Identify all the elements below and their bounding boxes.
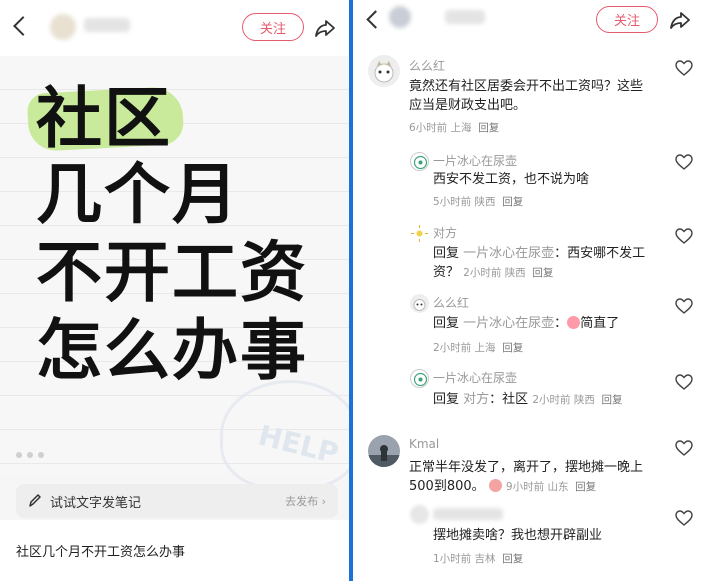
comment-text: 摆地摊卖啥？我也想开辟副业 xyxy=(433,528,603,543)
heart-icon[interactable] xyxy=(675,154,693,170)
note-caption: 社区几个月不开工资怎么办事 xyxy=(16,545,186,560)
comment-text-block: 回复 对方：社区 2小时前 陕西 回复 xyxy=(433,390,673,410)
user-avatar[interactable] xyxy=(410,294,429,313)
user-avatar[interactable] xyxy=(410,369,429,388)
poster-line-4: 怎么办事 xyxy=(36,312,308,389)
share-icon[interactable] xyxy=(313,16,337,40)
poster-line-3: 不开工资 xyxy=(36,234,308,311)
comment-username[interactable]: 么么红 xyxy=(433,294,469,311)
reply-prefix: 回复 xyxy=(433,316,460,331)
comment-text: 西安不发工资，也不说为啥 xyxy=(433,172,590,187)
pencil-icon xyxy=(29,494,41,507)
reply-button[interactable]: 回复 xyxy=(532,267,553,279)
heart-icon[interactable] xyxy=(675,298,693,314)
comment-time: 2小时前 xyxy=(532,394,571,406)
comment-username-blurred[interactable] xyxy=(433,508,503,520)
cry-face-emoji xyxy=(567,316,581,329)
publish-link[interactable]: 去发布 › xyxy=(285,493,326,509)
comment-location: 山东 xyxy=(547,481,569,493)
comment-time: 5小时前 xyxy=(433,196,472,208)
comment-location: 吉林 xyxy=(474,553,496,565)
comment-time: 2小时前 xyxy=(433,342,472,354)
quoted-username[interactable]: 对方 xyxy=(463,392,489,407)
comment-meta: 6小时前 上海 回复 xyxy=(409,120,499,135)
comment-username[interactable]: Kmal xyxy=(409,437,439,451)
back-arrow-icon[interactable] xyxy=(366,10,385,29)
comment-text: ：社区 xyxy=(489,392,529,407)
reply-button[interactable]: 回复 xyxy=(602,394,623,406)
pig-face-emoji xyxy=(488,479,502,492)
quoted-username[interactable]: 一片冰心在尿壶 xyxy=(463,316,554,331)
back-arrow-icon[interactable] xyxy=(13,16,33,36)
comment-time: 2小时前 xyxy=(463,267,502,279)
comment-location: 上海 xyxy=(450,122,472,134)
note-top-bar: 关注 xyxy=(0,0,349,56)
comment-location: 陕西 xyxy=(504,267,526,279)
author-name-blurred[interactable] xyxy=(84,18,130,32)
comment-location: 上海 xyxy=(474,342,496,354)
comment-text: 竟然还有社区居委会开不出工资吗？这些应当是财政支出吧。 xyxy=(409,79,644,113)
comment-text: 简直了 xyxy=(580,316,620,331)
author-name-blurred[interactable] xyxy=(445,10,485,24)
author-avatar[interactable] xyxy=(50,14,76,40)
reply-button[interactable]: 回复 xyxy=(478,122,499,134)
quoted-username[interactable]: 一片冰心在尿壶 xyxy=(463,246,554,261)
write-note-bar[interactable]: 试试文字发笔记 去发布 › xyxy=(16,484,338,518)
comment-text-block: 回复 一片冰心在尿壶：西安哪不发工资？ 2小时前 陕西 回复 xyxy=(433,244,663,283)
comment-text-block: 回复 一片冰心在尿壶： 简直了 xyxy=(433,316,620,331)
user-avatar[interactable] xyxy=(368,435,400,467)
reply-prefix: 回复 xyxy=(433,246,460,261)
poster-line-1: 社区 xyxy=(36,80,172,157)
comment-time: 9小时前 xyxy=(505,481,545,493)
user-avatar[interactable] xyxy=(410,152,429,171)
note-detail-panel: 关注 社区 几个月 不开工资 怎么办事 HELP 试试文字发笔记 去发布 › 社… xyxy=(0,0,349,581)
share-icon[interactable] xyxy=(668,8,692,32)
comment-text-block: 正常半年没发了，离开了，摆地摊一晚上500到800。 9小时前 山东 回复 xyxy=(409,458,654,497)
comment-username[interactable]: 对方 xyxy=(433,224,457,241)
comment-meta: 5小时前 陕西 回复 xyxy=(433,194,523,209)
screenshot-frame: 关注 社区 几个月 不开工资 怎么办事 HELP 试试文字发笔记 去发布 › 社… xyxy=(0,0,704,581)
heart-icon[interactable] xyxy=(675,374,693,390)
heart-icon[interactable] xyxy=(675,60,693,76)
comment-meta: 2小时前 上海 回复 xyxy=(433,340,523,355)
user-avatar[interactable] xyxy=(368,55,400,87)
comment-location: 陕西 xyxy=(573,394,595,406)
reply-prefix: 回复 xyxy=(433,392,460,407)
write-note-placeholder: 试试文字发笔记 xyxy=(50,496,142,511)
reply-button[interactable]: 回复 xyxy=(575,481,596,493)
follow-button[interactable]: 关注 xyxy=(242,13,304,41)
follow-button[interactable]: 关注 xyxy=(596,6,658,33)
author-avatar[interactable] xyxy=(389,6,411,28)
comments-panel: 关注 么么红 竟然还有社区居委会开不出工资吗？这些应当是财政支出吧。 6小时前 … xyxy=(353,0,704,581)
heart-icon[interactable] xyxy=(675,510,693,526)
heart-icon[interactable] xyxy=(675,440,693,456)
comment-username[interactable]: 一片冰心在尿壶 xyxy=(433,152,517,169)
poster-line-2: 几个月 xyxy=(36,156,240,233)
comment-time: 6小时前 xyxy=(409,122,448,134)
comment-meta: 1小时前 吉林 回复 xyxy=(433,551,523,566)
user-avatar[interactable] xyxy=(410,224,429,243)
comment-username[interactable]: 一片冰心在尿壶 xyxy=(433,369,517,386)
image-pager-dots xyxy=(16,452,44,458)
heart-icon[interactable] xyxy=(675,228,693,244)
comment-username[interactable]: 么么红 xyxy=(409,57,445,74)
comment-location: 陕西 xyxy=(474,196,496,208)
reply-button[interactable]: 回复 xyxy=(502,553,523,565)
comments-top-bar: 关注 xyxy=(353,0,704,44)
reply-button[interactable]: 回复 xyxy=(502,342,523,354)
user-avatar[interactable] xyxy=(410,505,429,524)
reply-button[interactable]: 回复 xyxy=(502,196,523,208)
comment-time: 1小时前 xyxy=(433,553,472,565)
